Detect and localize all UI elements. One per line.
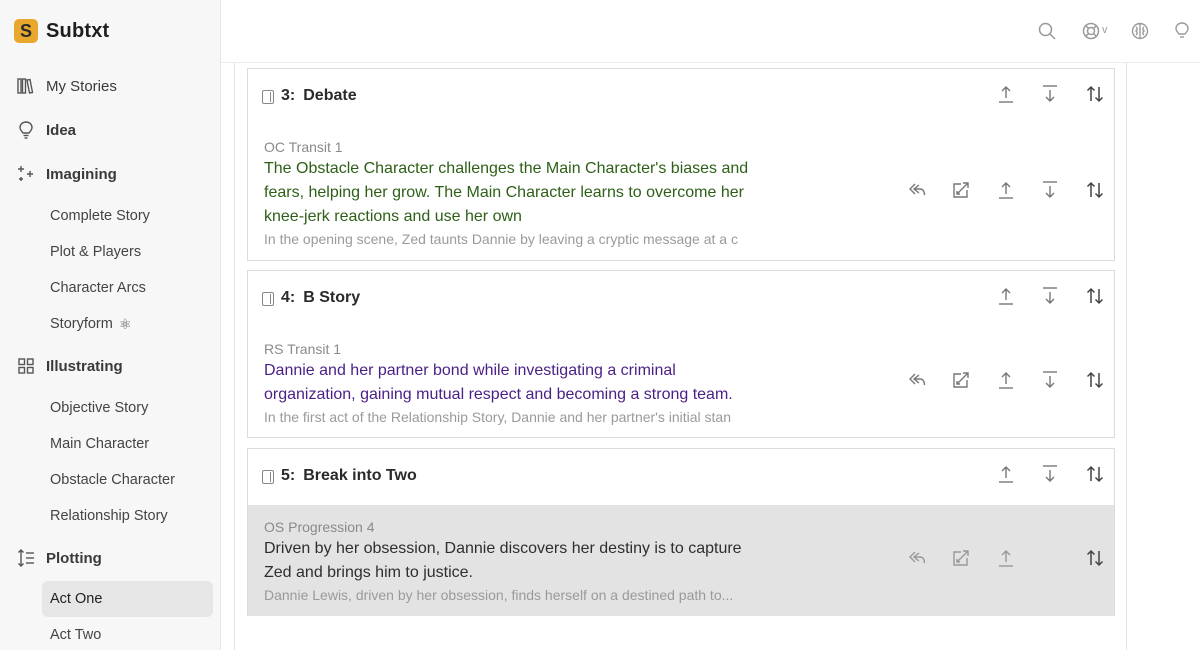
reorder-icon[interactable] — [1084, 547, 1106, 569]
sidebar: S Subtxt My Stories Idea Imagining Compl… — [0, 0, 221, 650]
card-checkbox[interactable] — [262, 470, 274, 484]
move-to-top-icon[interactable] — [995, 369, 1017, 391]
lifebuoy-icon[interactable] — [1080, 20, 1102, 42]
move-to-bottom-icon[interactable] — [1039, 285, 1061, 307]
move-to-bottom-icon[interactable] — [1039, 463, 1061, 485]
beat-text[interactable]: Driven by her obsession, Dannie discover… — [264, 537, 764, 585]
beat-summary: Dannie Lewis, driven by her obsession, f… — [264, 587, 734, 603]
move-to-bottom-icon[interactable] — [1039, 179, 1061, 201]
sidebar-item-label: Imagining — [46, 165, 117, 183]
chevron-down-icon[interactable]: v — [1102, 24, 1108, 36]
move-to-top-icon[interactable] — [995, 83, 1017, 105]
sidebar-item-label: My Stories — [46, 77, 117, 95]
sidebar-item-illustrating[interactable]: Illustrating — [16, 355, 123, 377]
beat-label: RS Transit 1 — [264, 341, 342, 357]
sidebar-subitem-obstacle-character[interactable]: Obstacle Character — [50, 469, 175, 491]
reorder-icon[interactable] — [1084, 83, 1106, 105]
sidebar-item-my-stories[interactable]: My Stories — [16, 75, 117, 97]
card-header: 3: Debate — [248, 69, 1114, 125]
move-to-top-icon[interactable] — [995, 463, 1017, 485]
library-icon — [16, 76, 36, 96]
sparkle-icon — [16, 164, 36, 184]
sidebar-subitem-label: Storyform — [50, 316, 113, 332]
sidebar-subitem-objective-story[interactable]: Objective Story — [50, 397, 148, 419]
beat-text[interactable]: Dannie and her partner bond while invest… — [264, 359, 764, 407]
list-order-icon — [16, 548, 36, 568]
app-name: Subtxt — [46, 19, 110, 42]
card-title[interactable]: 5: Break into Two — [281, 467, 417, 485]
beat-card-break-into-two: 5: Break into Two OS Progression 4 Driven… — [247, 448, 1115, 616]
reorder-icon[interactable] — [1084, 463, 1106, 485]
move-to-top-icon[interactable] — [995, 547, 1017, 569]
brain-icon[interactable] — [1129, 20, 1151, 42]
reorder-icon[interactable] — [1084, 369, 1106, 391]
beat-card-b-story: 4: B Story RS Transit 1 Dannie and her pa… — [247, 270, 1115, 438]
card-header: 5: Break into Two — [248, 449, 1114, 505]
subtxt-logo-icon: S — [14, 19, 38, 43]
sidebar-subitem-storyform[interactable]: Storyform ⚛ — [50, 313, 131, 335]
card-title[interactable]: 3: Debate — [281, 87, 357, 105]
beat-label: OS Progression 4 — [264, 519, 375, 535]
sidebar-item-label: Plotting — [46, 549, 102, 567]
beat-summary: In the opening scene, Zed taunts Dannie … — [264, 231, 738, 247]
move-to-bottom-icon[interactable] — [1039, 369, 1061, 391]
beat-row[interactable]: RS Transit 1 Dannie and her partner bond… — [248, 327, 1114, 438]
lightbulb-icon — [16, 120, 36, 140]
beat-row-selected[interactable]: OS Progression 4 Driven by her obsession… — [248, 505, 1114, 616]
sidebar-subitem-main-character[interactable]: Main Character — [50, 433, 149, 455]
reply-icon[interactable] — [906, 179, 928, 201]
export-icon[interactable] — [950, 179, 972, 201]
atom-icon: ⚛ — [118, 316, 132, 332]
reorder-icon[interactable] — [1084, 285, 1106, 307]
export-icon[interactable] — [950, 369, 972, 391]
beat-label: OC Transit 1 — [264, 139, 343, 155]
reply-icon[interactable] — [906, 547, 928, 569]
grid-icon — [16, 356, 36, 376]
card-checkbox[interactable] — [262, 90, 274, 104]
export-icon[interactable] — [950, 547, 972, 569]
sidebar-subitem-act-two[interactable]: Act Two — [50, 624, 101, 646]
beat-text[interactable]: The Obstacle Character challenges the Ma… — [264, 157, 764, 229]
sidebar-subitem-act-one[interactable]: Act One — [50, 588, 102, 610]
beat-row[interactable]: OC Transit 1 The Obstacle Character chal… — [248, 125, 1114, 261]
move-to-top-icon[interactable] — [995, 285, 1017, 307]
search-icon[interactable] — [1036, 20, 1058, 42]
sidebar-subitem-relationship-story[interactable]: Relationship Story — [50, 505, 168, 527]
lightbulb-icon[interactable] — [1171, 20, 1193, 42]
reorder-icon[interactable] — [1084, 179, 1106, 201]
card-checkbox[interactable] — [262, 292, 274, 306]
sidebar-subitem-plot-players[interactable]: Plot & Players — [50, 241, 141, 263]
sidebar-item-imagining[interactable]: Imagining — [16, 163, 117, 185]
sidebar-subitem-complete-story[interactable]: Complete Story — [50, 205, 150, 227]
sidebar-item-plotting[interactable]: Plotting — [16, 547, 102, 569]
card-header: 4: B Story — [248, 271, 1114, 327]
reply-icon[interactable] — [906, 369, 928, 391]
sidebar-subitem-character-arcs[interactable]: Character Arcs — [50, 277, 146, 299]
brand[interactable]: S Subtxt — [14, 19, 109, 43]
move-to-bottom-icon[interactable] — [1039, 83, 1061, 105]
sidebar-item-idea[interactable]: Idea — [16, 119, 76, 141]
move-to-top-icon[interactable] — [995, 179, 1017, 201]
card-title[interactable]: 4: B Story — [281, 289, 360, 307]
beat-summary: In the first act of the Relationship Sto… — [264, 409, 731, 425]
beat-card-debate: 3: Debate OC Transit 1 The Obstacle Chara… — [247, 68, 1115, 261]
sidebar-item-label: Illustrating — [46, 357, 123, 375]
sidebar-item-label: Idea — [46, 121, 77, 139]
